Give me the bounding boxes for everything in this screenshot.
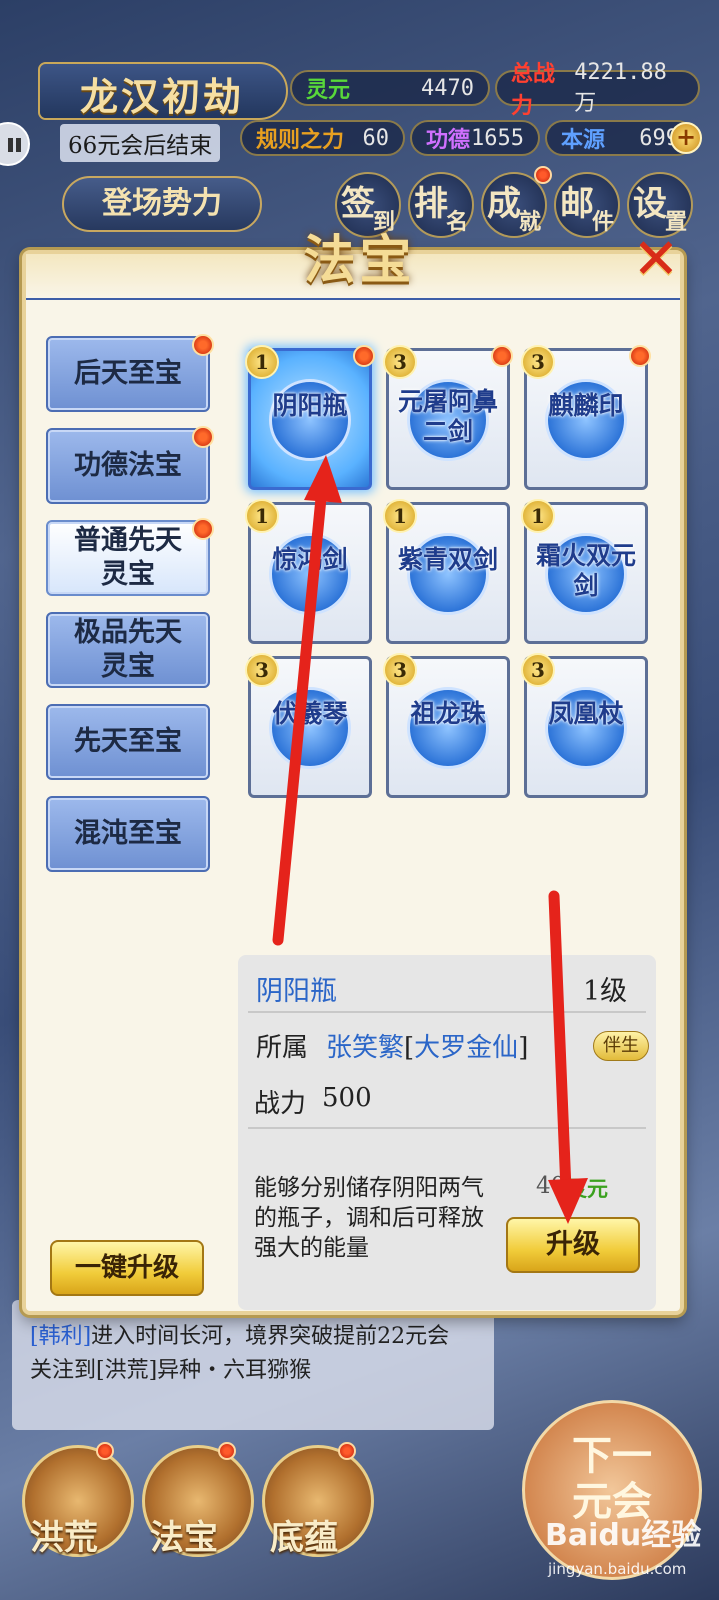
tab-label: 法宝: [150, 1518, 218, 1558]
era-countdown: 66元会后结束: [60, 124, 221, 162]
treasure-name: 凤凰杖: [548, 699, 624, 728]
watermark-brand: Baidu经验: [545, 1518, 702, 1553]
owner-rank: 大罗金仙: [414, 1033, 519, 1063]
treasure-name: 紫青双剑: [397, 545, 498, 574]
pause-icon[interactable]: [0, 122, 30, 166]
stat-value: 60: [362, 125, 390, 151]
treasure-name: 霜火双元 剑: [535, 541, 636, 600]
stat-label: 总战力: [511, 61, 556, 119]
era-title: 龙汉初劫: [80, 74, 245, 119]
bracket-open: [: [404, 1033, 415, 1063]
treasure-level: 1: [245, 499, 279, 533]
stat-label: 灵元: [306, 77, 351, 103]
event-log: [韩利]进入时间长河，境界突破提前22元会 关注到[洪荒]异种・六耳猕猴: [12, 1300, 494, 1430]
category-label: 后天至宝: [74, 358, 182, 389]
treasure-card[interactable]: 元屠阿鼻 二剑 3: [383, 345, 513, 490]
notification-dot: [353, 345, 375, 367]
detail-owner[interactable]: 张笑繁[大罗金仙]: [326, 1027, 528, 1064]
detail-description: 能够分别储存阴阳两气的瓶子，调和后可释放强大的能量: [254, 1175, 484, 1261]
treasure-card[interactable]: 祖龙珠 3: [383, 653, 510, 798]
treasure-name: 麒麟印: [548, 391, 624, 420]
treasure-name: 祖龙珠: [410, 699, 486, 728]
notification-dot: [192, 426, 214, 448]
notification-dot: [491, 345, 513, 367]
category-label: 极品先天 灵宝: [74, 617, 182, 682]
upgrade-button[interactable]: 升级: [506, 1217, 640, 1273]
notification-dot: [534, 166, 552, 184]
close-icon[interactable]: ✕: [628, 232, 684, 288]
treasure-level: 1: [383, 499, 417, 533]
category-label: 混沌至宝: [74, 818, 182, 849]
upgrade-cost-unit: 灵元: [566, 1176, 608, 1201]
watermark-url: jingyan.baidu.com: [548, 1560, 687, 1578]
category-label: 普通先天 灵宝: [74, 525, 182, 590]
treasure-name: 伏羲琴: [272, 699, 348, 728]
notification-dot: [192, 334, 214, 356]
treasure-card[interactable]: 惊鸿剑 1: [245, 499, 372, 644]
treasure-card[interactable]: 伏羲琴 3: [245, 653, 372, 798]
treasure-level: 1: [521, 499, 555, 533]
tab-label: 洪荒: [30, 1518, 98, 1558]
notification-dot: [96, 1442, 114, 1460]
dialog-title: 法宝: [303, 230, 416, 291]
upgrade-cost-value: 40: [536, 1173, 566, 1199]
add-resource-button[interactable]: +: [670, 122, 702, 154]
category-label: 功德法宝: [74, 450, 182, 481]
stat-merit: 功德 1655: [410, 120, 540, 156]
detail-power-label: 战力: [254, 1089, 307, 1119]
category-jipin-xiantian[interactable]: 极品先天 灵宝: [46, 612, 210, 688]
upgrade-all-button[interactable]: 一键升级: [50, 1240, 204, 1296]
detail-name: 阴阳瓶: [256, 976, 337, 1007]
stat-value: 1655: [471, 125, 524, 151]
notification-dot: [629, 345, 651, 367]
category-hundun-zhibao[interactable]: 混沌至宝: [46, 796, 210, 872]
log-text: 进入时间长河，境界突破提前22元会: [91, 1324, 450, 1349]
bracket-close: ]: [518, 1033, 529, 1063]
treasure-card[interactable]: 霜火双元 剑 1: [521, 499, 648, 644]
stat-label: 规则之力: [256, 127, 345, 153]
owner-name: 张笑繁: [326, 1033, 405, 1063]
stat-rule-power: 规则之力 60: [240, 120, 405, 156]
treasure-card[interactable]: 麒麟印 3: [521, 345, 651, 490]
treasure-level: 3: [383, 345, 417, 379]
detail-level: 1级: [583, 976, 628, 1007]
treasure-level: 1: [245, 345, 279, 379]
category-putong-xiantian[interactable]: 普通先天 灵宝: [46, 520, 210, 596]
notification-dot: [218, 1442, 236, 1460]
log-line: [韩利]进入时间长河，境界突破提前22元会: [30, 1320, 476, 1354]
category-gongde[interactable]: 功德法宝: [46, 428, 210, 504]
category-label: 先天至宝: [74, 726, 182, 757]
stat-value: 4470: [421, 75, 474, 101]
log-line: 关注到[洪荒]异种・六耳猕猴: [30, 1358, 312, 1383]
treasure-name: 惊鸿剑: [272, 545, 348, 574]
log-name: [韩利]: [30, 1324, 92, 1349]
treasure-detail-panel: 阴阳瓶 1级 所属 张笑繁[大罗金仙] 伴生 战力 500 能够分别储存阴阳两气…: [238, 955, 656, 1310]
notification-dot: [338, 1442, 356, 1460]
treasure-level: 3: [245, 653, 279, 687]
category-xiantian-zhibao[interactable]: 先天至宝: [46, 704, 210, 780]
category-houtian[interactable]: 后天至宝: [46, 336, 210, 412]
detail-owner-label: 所属: [256, 1033, 309, 1063]
stat-label: 本源: [561, 127, 606, 153]
divider: [248, 1011, 646, 1013]
stat-lingyuan: 灵元 4470: [290, 70, 490, 106]
companion-badge: 伴生: [593, 1031, 649, 1061]
treasure-card[interactable]: 阴阳瓶 1: [245, 345, 375, 490]
treasure-level: 3: [521, 345, 555, 379]
treasure-card[interactable]: 凤凰杖 3: [521, 653, 648, 798]
notification-dot: [192, 518, 214, 540]
stat-label: 功德: [426, 127, 471, 153]
divider: [248, 1127, 646, 1129]
treasure-name: 元屠阿鼻 二剑: [397, 387, 498, 446]
tab-label: 底蕴: [270, 1518, 338, 1558]
stat-value: 4221.88万: [574, 59, 667, 116]
treasure-level: 3: [521, 653, 555, 687]
stat-total-power: 总战力 4221.88万: [495, 60, 700, 119]
treasure-card[interactable]: 紫青双剑 1: [383, 499, 510, 644]
treasure-name: 阴阳瓶: [272, 391, 348, 420]
treasure-level: 3: [383, 653, 417, 687]
detail-power-value: 500: [322, 1083, 372, 1113]
